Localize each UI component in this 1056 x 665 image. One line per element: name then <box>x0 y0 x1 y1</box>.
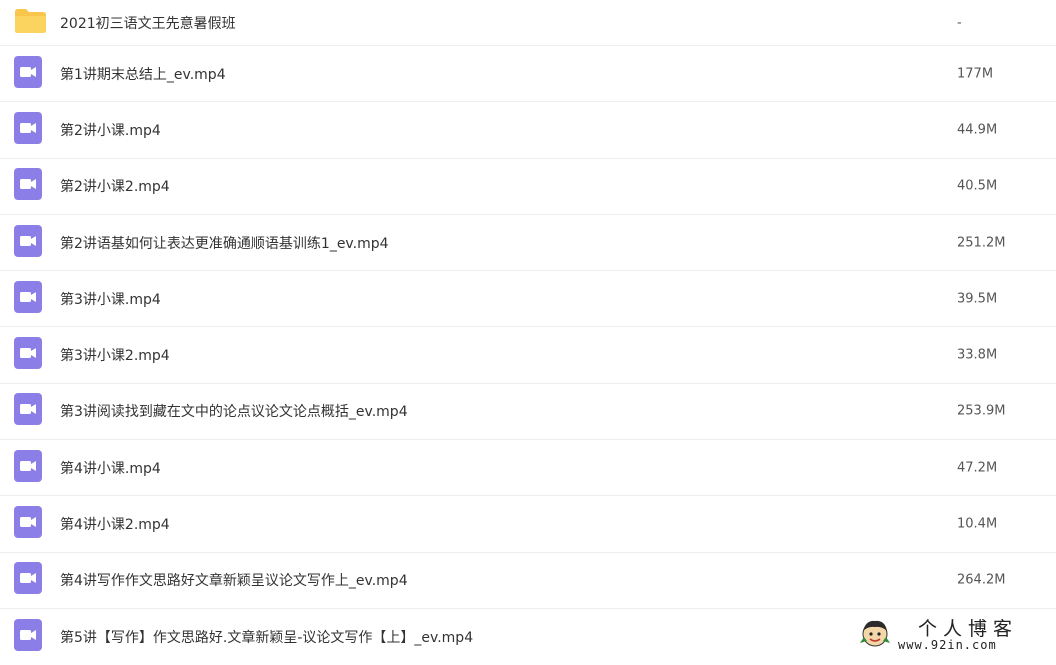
list-item-video[interactable]: 第2讲小课.mp4 44.9M <box>0 102 1056 159</box>
video-file-icon <box>14 111 42 148</box>
video-file-icon <box>14 280 42 317</box>
video-file-icon <box>14 337 42 373</box>
list-item-video[interactable]: 第4讲写作作文思路好文章新颖呈议论文写作上_ev.mp4 264.2M <box>0 553 1056 609</box>
video-file-icon <box>14 168 42 204</box>
file-size: 40.5M <box>957 178 998 194</box>
file-name: 第5讲【写作】作文思路好.文章新颖呈-议论文写作【上】_ev.mp4 <box>60 630 474 647</box>
file-size: 47.2M <box>957 460 998 476</box>
file-name: 第3讲阅读找到藏在文中的论点议论文论点概括_ev.mp4 <box>60 404 408 421</box>
file-size: 251.2M <box>957 235 1006 251</box>
file-size: 44.9M <box>957 122 998 138</box>
list-item-folder[interactable]: 2021初三语文王先意暑假班 - <box>0 0 1056 46</box>
video-file-icon <box>14 506 42 542</box>
video-file-icon <box>14 55 42 92</box>
video-file-icon <box>14 449 42 486</box>
list-item-video[interactable]: 第3讲小课.mp4 39.5M <box>0 271 1056 328</box>
cartoon-avatar-icon <box>860 619 890 651</box>
file-size: 10.4M <box>957 516 998 532</box>
list-item-video[interactable]: 第1讲期末总结上_ev.mp4 177M <box>0 46 1056 103</box>
list-item-video[interactable]: 第2讲语基如何让表达更准确通顺语基训练1_ev.mp4 251.2M <box>0 215 1056 272</box>
folder-icon <box>14 8 47 38</box>
file-name: 第3讲小课2.mp4 <box>60 348 170 365</box>
file-name: 第2讲小课2.mp4 <box>60 179 170 196</box>
file-size: 253.9M <box>957 403 1006 419</box>
list-item-video[interactable]: 第2讲小课2.mp4 40.5M <box>0 159 1056 215</box>
file-name: 第2讲语基如何让表达更准确通顺语基训练1_ev.mp4 <box>60 235 389 252</box>
file-name: 第4讲写作作文思路好文章新颖呈议论文写作上_ev.mp4 <box>60 573 408 590</box>
video-file-icon <box>14 562 42 598</box>
file-name: 第4讲小课.mp4 <box>60 460 161 477</box>
watermark: 个人博客 www.92in.com <box>860 616 1050 656</box>
video-file-icon <box>14 224 42 261</box>
video-file-icon <box>14 619 42 655</box>
file-name: 第3讲小课.mp4 <box>60 291 161 308</box>
file-list: 2021初三语文王先意暑假班 - 第1讲期末总结上_ev.mp4 177M 第2… <box>0 0 1056 665</box>
file-name: 第2讲小课.mp4 <box>60 122 161 139</box>
file-name: 第1讲期末总结上_ev.mp4 <box>60 66 226 83</box>
watermark-url: www.92in.com <box>898 638 997 652</box>
file-size: 39.5M <box>957 291 998 307</box>
list-item-video[interactable]: 第4讲小课.mp4 47.2M <box>0 440 1056 497</box>
list-item-video[interactable]: 第4讲小课2.mp4 10.4M <box>0 496 1056 553</box>
file-name: 第4讲小课2.mp4 <box>60 517 170 534</box>
watermark-title: 个人博客 <box>918 618 1019 640</box>
video-file-icon <box>14 393 42 429</box>
list-item-video[interactable]: 第3讲小课2.mp4 33.8M <box>0 327 1056 384</box>
file-size: 264.2M <box>957 572 1006 588</box>
file-name: 2021初三语文王先意暑假班 <box>60 15 236 32</box>
file-size: 33.8M <box>957 347 998 363</box>
file-size: 177M <box>957 66 994 82</box>
list-item-video[interactable]: 第3讲阅读找到藏在文中的论点议论文论点概括_ev.mp4 253.9M <box>0 384 1056 441</box>
file-size: - <box>957 15 962 30</box>
